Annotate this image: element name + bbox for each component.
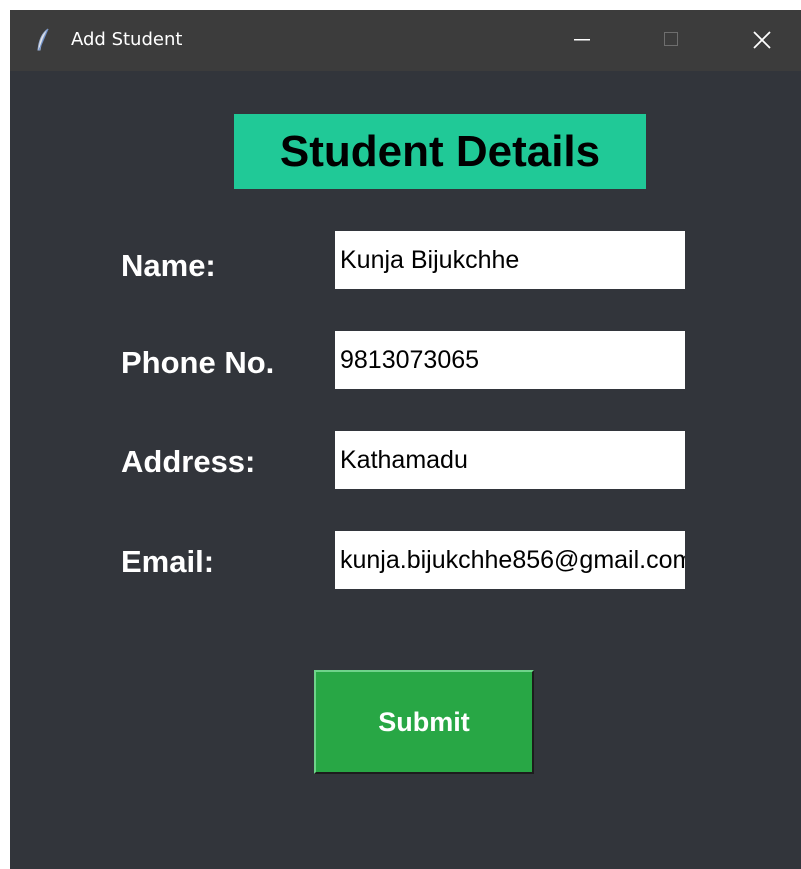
name-label: Name:: [121, 248, 216, 283]
maximize-icon: [664, 32, 678, 46]
title-bar[interactable]: Add Student: [10, 10, 801, 71]
email-label: Email:: [121, 544, 215, 579]
phone-input[interactable]: [335, 331, 685, 389]
feather-icon: [36, 28, 50, 52]
page-title: Student Details: [234, 114, 646, 189]
minimize-button[interactable]: [536, 10, 626, 71]
close-icon: [753, 31, 771, 49]
add-student-window: Add Student Student Details Name: Phone …: [10, 10, 801, 869]
email-input[interactable]: [335, 531, 685, 589]
window-title: Add Student: [71, 29, 183, 50]
address-input[interactable]: [335, 431, 685, 489]
phone-label: Phone No.: [121, 345, 275, 380]
minimize-icon: [574, 39, 590, 41]
name-input[interactable]: [335, 231, 685, 289]
close-button[interactable]: [716, 10, 801, 71]
maximize-button[interactable]: [626, 10, 716, 71]
submit-button[interactable]: Submit: [314, 670, 534, 774]
address-label: Address:: [121, 444, 256, 479]
